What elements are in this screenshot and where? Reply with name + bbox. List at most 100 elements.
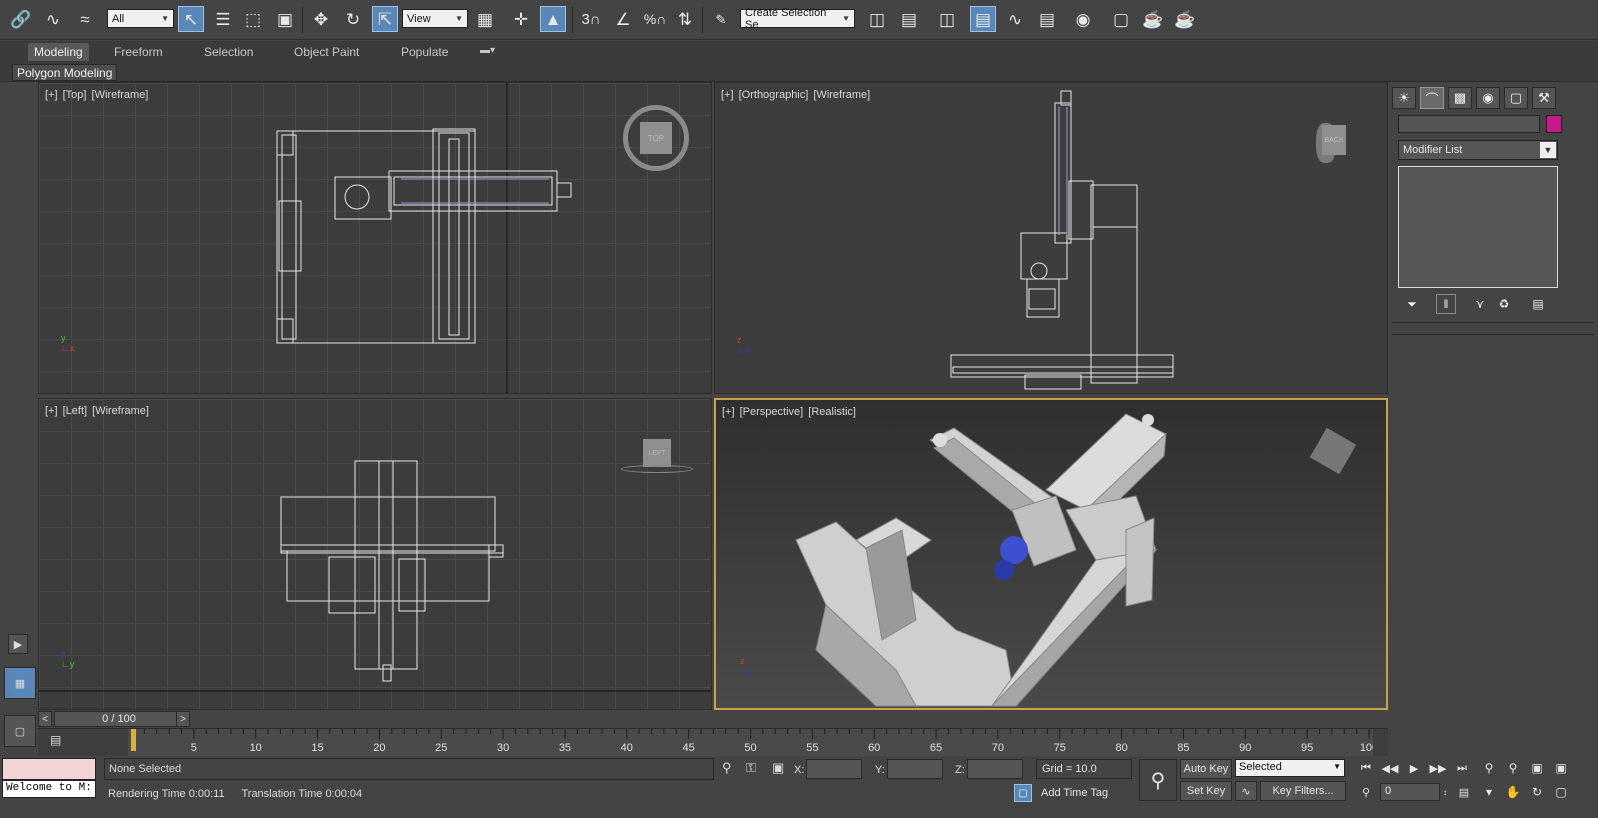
current-frame-indicator[interactable] (131, 729, 136, 751)
show-end-result-icon[interactable]: ‖ (1436, 294, 1456, 314)
set-keys-icon[interactable]: ⚲ (1139, 759, 1177, 801)
spinner-snap-icon[interactable]: ⇅ (672, 6, 698, 32)
orbit-icon[interactable]: ↻ (1526, 783, 1548, 801)
add-time-tag-button[interactable]: Add Time Tag (1036, 784, 1132, 804)
viewport-orthographic[interactable]: [+] [Orthographic] [Wireframe] BACK z ∟x (714, 82, 1388, 394)
play-icon[interactable]: ▶ (1403, 759, 1425, 777)
remove-modifier-icon[interactable]: ♻ (1494, 294, 1514, 314)
selection-filter-dropdown[interactable]: All ▼ (107, 9, 174, 28)
create-tab-icon[interactable]: ☀ (1392, 87, 1416, 109)
viewcube[interactable]: LEFT (643, 439, 671, 467)
track-bar[interactable]: ▤ 5 10 15 20 25 30 35 40 45 50 55 60 65 70 75 80 85 90 95 1… (38, 728, 1388, 757)
schematic-view-icon[interactable]: ▤ (1034, 6, 1060, 32)
viewcube-ring[interactable] (621, 465, 693, 473)
zoom-extents-icon[interactable]: ▣ (1526, 759, 1548, 777)
utilities-tab-icon[interactable]: ⚒ (1532, 87, 1556, 109)
motion-tab-icon[interactable]: ◉ (1476, 87, 1500, 109)
time-slider[interactable]: < 0 / 100 > (38, 710, 1388, 728)
zoom-icon[interactable]: ⚲ (1478, 759, 1500, 777)
key-mode-toggle-icon[interactable]: ⚲ (1355, 783, 1377, 801)
time-slider-prev-button[interactable]: < (38, 711, 52, 727)
expand-layout-icon[interactable]: ▶ (8, 634, 28, 654)
use-pivot-center-icon[interactable]: ▦ (472, 6, 498, 32)
tab-object-paint[interactable]: Object Paint (288, 43, 365, 61)
select-rotate-icon[interactable]: ↻ (340, 6, 366, 32)
bind-space-warp-icon[interactable]: ≈ (72, 6, 98, 32)
display-tab-icon[interactable]: ▢ (1504, 87, 1528, 109)
absolute-mode-transform-icon[interactable]: ▣ (772, 760, 784, 776)
zoom-all-icon[interactable]: ⚲ (1502, 759, 1524, 777)
named-selection-dropdown[interactable]: Create Selection Se ▼ (740, 7, 855, 31)
object-color-swatch[interactable] (1546, 115, 1562, 133)
adaptive-degradation-icon[interactable]: ▢ (1014, 784, 1032, 802)
rect-selection-region-icon[interactable]: ⬚ (240, 6, 266, 32)
track-ruler[interactable]: 5 10 15 20 25 30 35 40 45 50 55 60 65 70 75 80 85 90 95 100 (128, 729, 1373, 757)
select-move-icon[interactable]: ✥ (308, 6, 334, 32)
viewport-perspective[interactable]: [+] [Perspective] [Realistic] z ∟x (714, 398, 1388, 710)
polygon-modeling-panel[interactable]: Polygon Modeling (12, 64, 118, 81)
x-coordinate-field[interactable] (806, 759, 862, 779)
selection-lock-icon[interactable]: ⚿ (746, 760, 756, 776)
viewport-top[interactable]: [+] [Top] [Wireframe] TOP y ∟x (38, 82, 712, 394)
maxscript-listener-input[interactable] (2, 758, 96, 780)
pin-stack-icon[interactable]: ⏷ (1402, 294, 1422, 314)
edit-named-selection-icon[interactable]: ✎ (708, 6, 734, 32)
viewcube[interactable]: TOP (640, 122, 672, 154)
auto-key-button[interactable]: Auto Key (1180, 759, 1232, 779)
modifier-stack[interactable] (1398, 166, 1558, 288)
maximize-viewport-icon[interactable]: ▢ (1550, 783, 1572, 801)
modify-tab-icon[interactable]: ⌒ (1420, 87, 1444, 109)
align-icon[interactable]: ▤ (896, 6, 922, 32)
pan-view-icon[interactable]: ✋ (1502, 783, 1524, 801)
mirror-icon[interactable]: ◫ (864, 6, 890, 32)
object-name-field[interactable] (1398, 115, 1540, 133)
key-filter-set-dropdown[interactable]: Selected ▼ (1235, 759, 1345, 777)
tab-selection[interactable]: Selection (198, 43, 259, 61)
make-unique-icon[interactable]: ⋎ (1470, 294, 1490, 314)
percent-snap-icon[interactable]: % ∩ (642, 6, 668, 32)
keyboard-shortcut-override-icon[interactable]: ▲ (540, 6, 566, 32)
next-frame-icon[interactable]: ▶▶ (1427, 759, 1449, 777)
viewport-left[interactable]: [+] [Left] [Wireframe] LEFT z ∟y (38, 398, 712, 710)
ribbon-options-icon[interactable]: ▬▾ (474, 43, 501, 61)
render-production-icon[interactable]: ☕ (1172, 6, 1198, 32)
previous-frame-icon[interactable]: ◀◀ (1379, 759, 1401, 777)
zoom-extents-all-icon[interactable]: ▣ (1550, 759, 1572, 777)
tab-freeform[interactable]: Freeform (108, 43, 169, 61)
set-key-button[interactable]: Set Key (1180, 781, 1232, 801)
tab-modeling[interactable]: Modeling (28, 43, 89, 61)
current-frame-field[interactable]: 0 (1380, 783, 1440, 801)
reference-coordinate-dropdown[interactable]: View ▼ (402, 9, 468, 28)
layout-quad-icon[interactable]: ▦ (4, 667, 36, 699)
toggle-layer-explorer-icon[interactable]: ▤ (970, 6, 996, 32)
y-coordinate-field[interactable] (887, 759, 943, 779)
default-in-out-tangent-icon[interactable]: ∿ (1235, 781, 1257, 801)
viewcube[interactable]: BACK (1322, 125, 1346, 155)
select-by-name-icon[interactable]: ☰ (210, 6, 236, 32)
time-slider-next-button[interactable]: > (176, 711, 190, 727)
go-to-start-icon[interactable]: ⏮ (1355, 759, 1377, 777)
isolate-selection-icon[interactable]: ⚲ (722, 760, 732, 776)
maxscript-output[interactable]: Welcome to M: (2, 780, 96, 798)
rendered-frame-window-icon[interactable]: ☕ (1140, 6, 1166, 32)
window-crossing-icon[interactable]: ▣ (272, 6, 298, 32)
frame-spinner-icon[interactable]: ↕ (1440, 783, 1450, 801)
time-slider-handle[interactable]: 0 / 100 (54, 711, 184, 727)
unlink-icon[interactable]: ∿ (40, 6, 66, 32)
material-editor-icon[interactable]: ◉ (1070, 6, 1096, 32)
render-setup-icon[interactable]: ▢ (1108, 6, 1134, 32)
tab-populate[interactable]: Populate (395, 43, 454, 61)
curve-editor-icon[interactable]: ∿ (1002, 6, 1028, 32)
select-object-icon[interactable]: ↖ (178, 6, 204, 32)
angle-snap-icon[interactable]: ∠ (610, 6, 636, 32)
layout-single-icon[interactable]: ▢ (4, 715, 36, 747)
snaps-toggle-icon[interactable]: 3 ∩ (578, 6, 604, 32)
configure-modifier-sets-icon[interactable]: ▤ (1528, 294, 1548, 314)
z-coordinate-field[interactable] (967, 759, 1023, 779)
curve-editor-mini-icon[interactable]: ▤ (50, 733, 70, 749)
hierarchy-tab-icon[interactable]: ▩ (1448, 87, 1472, 109)
time-configuration-icon[interactable]: ▤ (1453, 783, 1475, 801)
go-to-end-icon[interactable]: ⏭ (1451, 759, 1473, 777)
select-scale-icon[interactable]: ⇱ (372, 6, 398, 32)
toggle-scene-explorer-icon[interactable]: ◫ (934, 6, 960, 32)
